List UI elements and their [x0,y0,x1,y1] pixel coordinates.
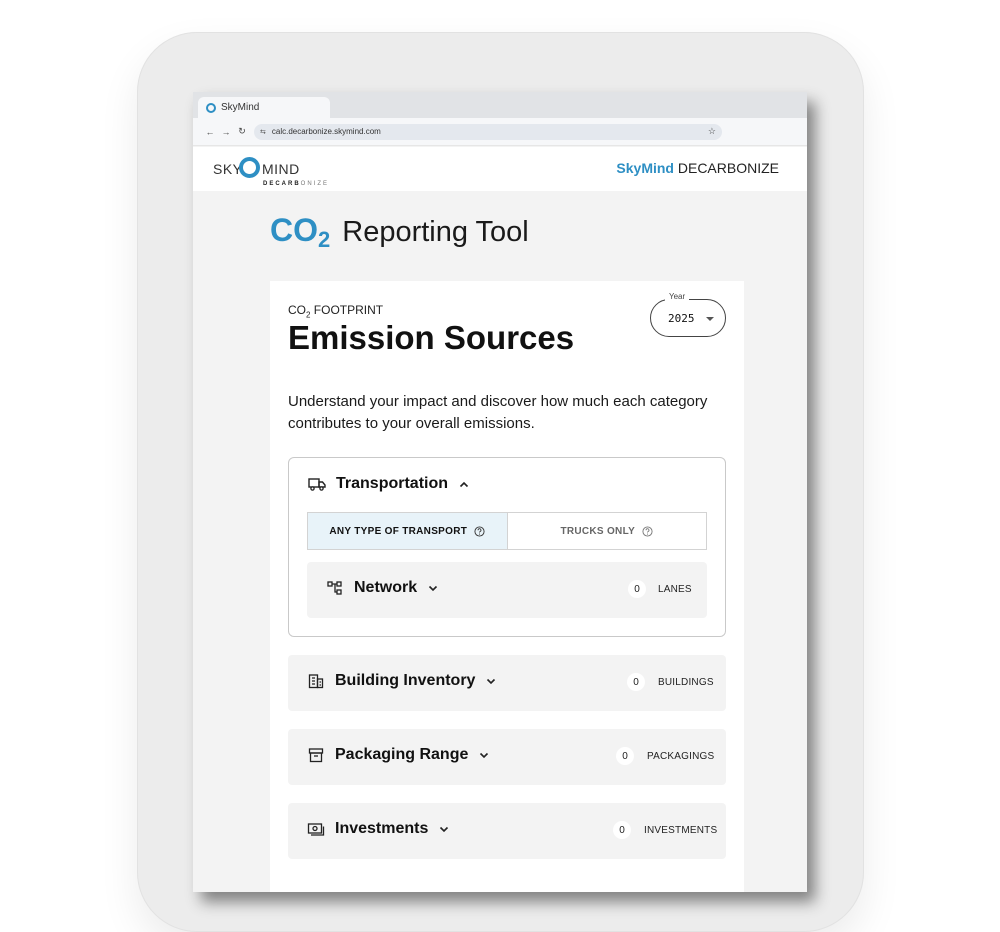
segment-any-transport[interactable]: ANY TYPE OF TRANSPORT [308,513,508,549]
transportation-header[interactable]: Transportation [307,474,470,494]
url-text: calc.decarbonize.skymind.com [271,127,381,136]
site-info-icon[interactable]: ⇆ [260,128,266,136]
brand-accent-text: SkyMind [616,160,674,176]
tab-strip: SkyMind [193,92,807,118]
network-row[interactable]: Network 0 LANES [307,562,707,618]
category-label: Building Inventory [335,672,476,689]
site-header: SKY MIND DECARBONIZE SkyMind DECARBONIZE [193,147,807,191]
category-row-building-inventory[interactable]: Building Inventory 0 BUILDINGS [288,655,726,711]
network-header: Network [325,578,439,598]
network-count: 0 [628,580,646,598]
transport-type-toggle: ANY TYPE OF TRANSPORT TRUCKS ONLY [307,512,707,550]
chevron-down-icon [478,749,490,761]
logo-subtitle: DECARBONIZE [263,181,330,187]
caret-down-icon [706,317,714,321]
building-icon [306,671,326,691]
network-label: Network [354,579,418,596]
logo-ring-icon [239,157,260,178]
network-unit: LANES [658,584,692,595]
year-select[interactable]: Year 2025 [650,292,726,337]
chevron-down-icon [438,823,450,835]
category-row-investments[interactable]: Investments 0 INVESTMENTS [288,803,726,859]
reload-icon[interactable]: ↻ [234,126,250,137]
year-select-label: Year [665,292,690,301]
page-title-co2: CO2 [270,212,331,252]
url-input[interactable]: ⇆ calc.decarbonize.skymind.com ☆ [254,123,722,140]
header-brand: SkyMind DECARBONIZE [616,160,779,176]
brand-rest-text: DECARBONIZE [677,160,779,176]
emission-sources-card: CO2 FOOTPRINT Emission Sources Year 2025… [270,281,744,892]
network-icon [325,578,345,598]
category-header: Packaging Range [306,745,490,765]
category-count: 0 [616,747,634,765]
segment-trucks-label: TRUCKS ONLY [560,525,636,537]
transportation-label: Transportation [336,475,449,492]
cash-icon [306,819,326,839]
category-unit: INVESTMENTS [644,825,718,836]
logo-sky-text: SKY [213,161,243,177]
category-label: Packaging Range [335,746,469,763]
card-title: Emission Sources [288,319,575,356]
help-icon[interactable] [474,525,485,537]
segment-trucks-only[interactable]: TRUCKS ONLY [507,513,706,549]
page-title: CO2 Reporting Tool [270,212,529,253]
logo-mind-text: MIND [262,161,300,177]
category-row-packaging-range[interactable]: Packaging Range 0 PACKAGINGS [288,729,726,785]
category-header: Investments [306,819,450,839]
address-bar-row: ← → ↻ ⇆ calc.decarbonize.skymind.com ☆ [193,118,807,146]
back-arrow-icon[interactable]: ← [202,127,218,137]
year-select-value: 2025 [668,312,695,325]
intro-text: Understand your impact and discover how … [288,393,708,432]
page-title-text: Reporting Tool [342,216,529,248]
category-count: 0 [627,673,645,691]
help-icon[interactable] [642,525,653,537]
archive-box-icon [306,745,326,765]
chevron-up-icon [458,478,470,490]
category-label: Investments [335,820,429,837]
forward-arrow-icon[interactable]: → [218,127,234,137]
tab-title: SkyMind [221,102,260,113]
browser-window: SkyMind ← → ↻ ⇆ calc.decarbonize.skymind… [193,92,807,892]
category-unit: BUILDINGS [658,677,714,688]
chevron-down-icon [427,582,439,594]
favicon-icon [206,102,216,113]
skymind-logo[interactable]: SKY MIND DECARBONIZE [213,156,333,187]
transportation-section: Transportation ANY TYPE OF TRANSPORT TRU… [288,457,726,637]
browser-tab[interactable]: SkyMind [198,97,330,118]
card-eyebrow: CO2 FOOTPRINT [288,303,384,320]
segment-any-label: ANY TYPE OF TRANSPORT [329,525,468,537]
category-count: 0 [613,821,631,839]
truck-icon [307,474,327,494]
bookmark-star-icon[interactable]: ☆ [708,126,716,137]
category-unit: PACKAGINGS [647,751,715,762]
category-header: Building Inventory [306,671,497,691]
chevron-down-icon [485,675,497,687]
